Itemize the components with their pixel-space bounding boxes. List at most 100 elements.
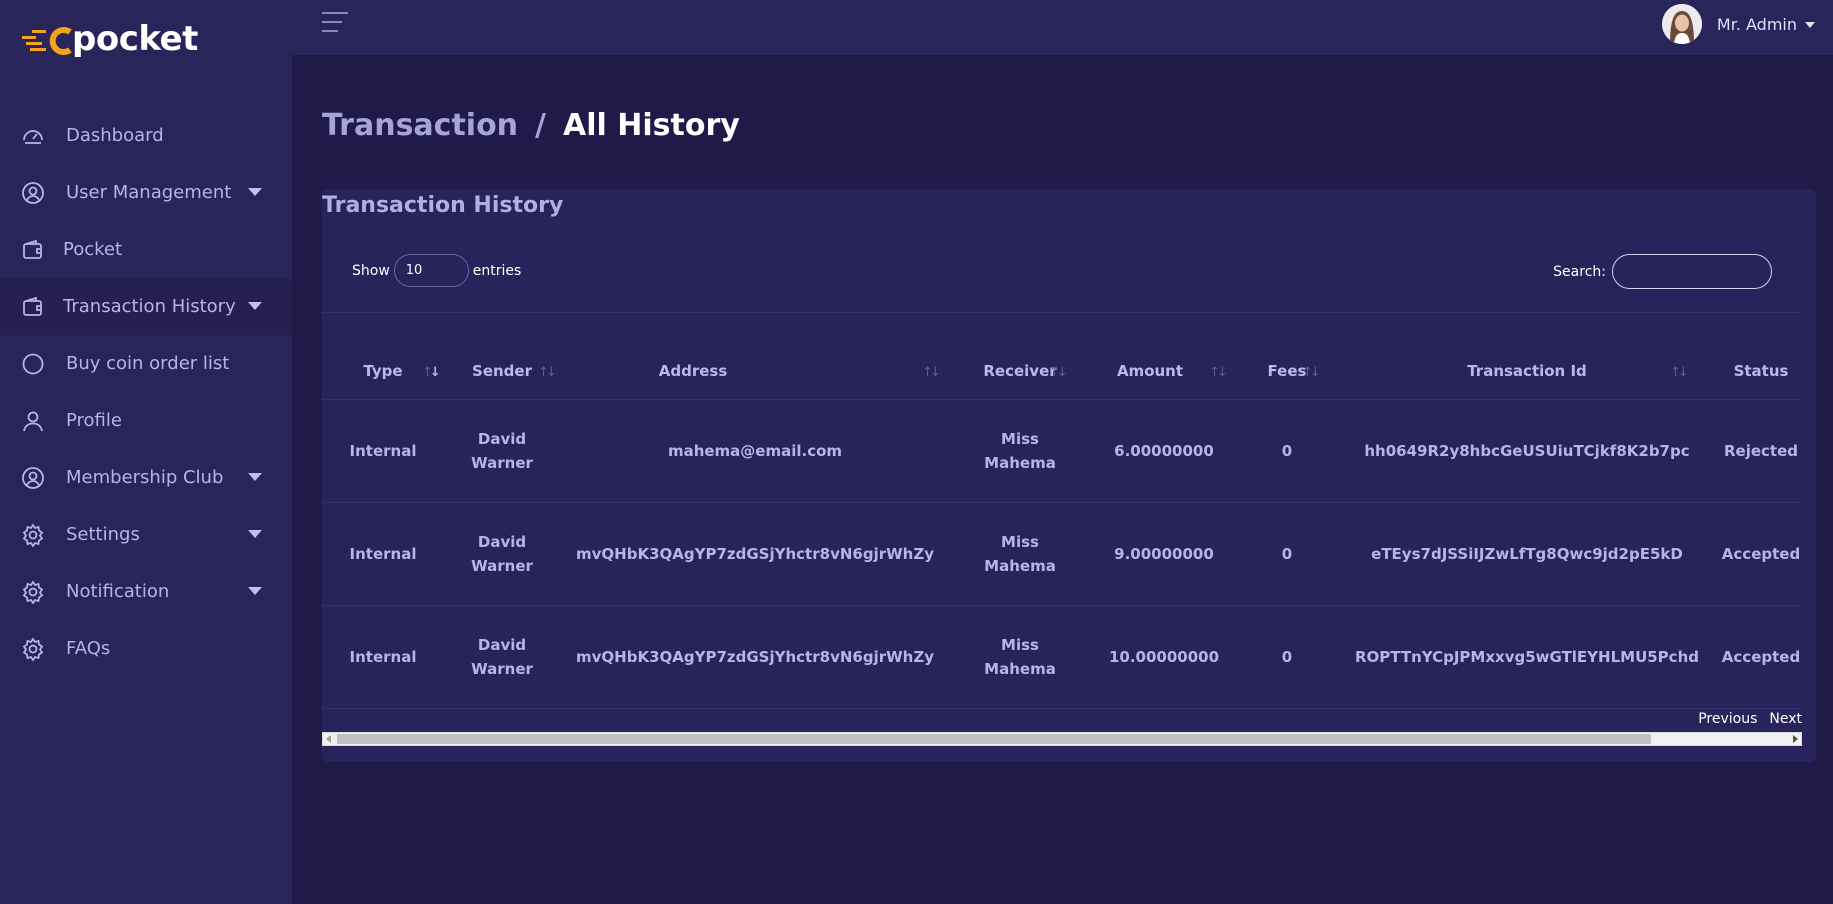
transaction-history-card: Transaction History Show 10 entries Sear…	[322, 189, 1816, 762]
sidebar-item-settings[interactable]: Settings	[0, 506, 292, 563]
avatar[interactable]	[1661, 4, 1702, 44]
sidebar-item-label: FAQs	[66, 638, 111, 659]
cell-status: Accepted	[1721, 545, 1801, 563]
sort-icon[interactable]: ↑↓	[1209, 365, 1228, 380]
cell-type: Internal	[349, 442, 417, 460]
entries-select[interactable]: 10	[393, 254, 469, 287]
cell-address: mvQHbK3QAgYP7zdGSjYhctr8vN6gjrWhZy	[576, 648, 934, 666]
search-input[interactable]	[1612, 254, 1772, 289]
cell-fees: 0	[1281, 442, 1293, 460]
sidebar-item-label: Settings	[66, 524, 140, 545]
sort-icon[interactable]: ↑↓	[1049, 365, 1068, 380]
page-title: All History	[563, 108, 740, 143]
sidebar-item-label: Dashboard	[66, 125, 164, 146]
search-label: Search:	[1553, 263, 1606, 280]
cell-sender: David Warner	[471, 430, 533, 472]
sort-icon[interactable]: ↑↓	[538, 365, 557, 380]
entries-length-control: Show 10 entries	[352, 254, 521, 287]
user-name: Mr. Admin	[1716, 14, 1797, 34]
cell-fees: 0	[1281, 545, 1293, 563]
sidebar-item-dashboard[interactable]: Dashboard	[0, 107, 292, 164]
user-circle-icon	[21, 466, 45, 490]
chevron-down-icon[interactable]	[248, 530, 262, 538]
cell-receiver: Miss Mahema	[984, 430, 1056, 472]
chevron-down-icon[interactable]	[248, 302, 262, 310]
column-header-address[interactable]: Address	[560, 350, 826, 392]
sidebar-item-pocket[interactable]: Pocket	[0, 221, 292, 278]
sidebar-item-faqs[interactable]: FAQs	[0, 620, 292, 677]
sort-icon[interactable]: ↑↓	[1302, 365, 1321, 380]
scrollbar-thumb[interactable]	[337, 734, 1651, 744]
chevron-down-icon[interactable]	[248, 188, 262, 196]
sort-icon[interactable]: ↑↓	[1670, 365, 1689, 380]
cell-status: Rejected	[1723, 442, 1798, 460]
sidebar-item-buy-coin-order-list[interactable]: Buy coin order list	[0, 335, 292, 392]
cell-transaction-id: ROPTTnYCpJPMxxvg5wGTlEYHLMU5Pchd	[1354, 648, 1699, 666]
cell-receiver: Miss Mahema	[984, 533, 1056, 575]
user-menu[interactable]: Mr. Admin	[1661, 4, 1815, 44]
table-search: Search:	[1553, 254, 1772, 289]
sidebar-item-user-management[interactable]: User Management	[0, 164, 292, 221]
chevron-down-icon[interactable]	[248, 473, 262, 481]
pocket-logo[interactable]: pocket	[22, 18, 198, 60]
gear-icon	[21, 636, 45, 661]
sort-icon[interactable]: ↑↓	[422, 365, 441, 380]
table-row: Internal David Warner mahema@email.com Mi…	[322, 400, 1802, 503]
previous-button[interactable]: Previous	[1698, 711, 1757, 727]
cell-fees: 0	[1281, 648, 1293, 666]
user-icon	[21, 409, 45, 433]
menu-toggle-icon[interactable]	[322, 12, 348, 36]
horizontal-scrollbar[interactable]	[322, 732, 1802, 746]
pagination: Previous Next	[1686, 711, 1802, 727]
cell-transaction-id: eTEys7dJSSiIJZwLfTg8Qwc9jd2pE5kD	[1371, 545, 1683, 563]
wallet-icon	[21, 238, 45, 262]
sidebar-nav: Dashboard User Management Pocket Transac…	[0, 107, 292, 677]
column-header-amount[interactable]: Amount	[1089, 350, 1211, 392]
column-header-transaction-id[interactable]: Transaction Id	[1334, 350, 1720, 392]
cell-sender: David Warner	[471, 533, 533, 575]
sidebar-item-transaction-history[interactable]: Transaction History	[0, 278, 292, 335]
card-title: Transaction History	[322, 193, 564, 218]
wallet-icon	[21, 295, 45, 319]
gear-icon	[21, 522, 45, 547]
column-header-receiver[interactable]: Receiver	[951, 350, 1089, 392]
sidebar-item-membership-club[interactable]: Membership Club	[0, 449, 292, 506]
gauge-icon	[21, 124, 45, 148]
sidebar-item-profile[interactable]: Profile	[0, 392, 292, 449]
cell-amount: 10.00000000	[1108, 648, 1220, 666]
table-row: Internal David Warner mvQHbK3QAgYP7zdGSjY…	[322, 503, 1802, 606]
show-label: Show	[352, 262, 390, 279]
chevron-down-icon	[1805, 22, 1815, 28]
next-button[interactable]: Next	[1769, 711, 1802, 727]
breadcrumb-parent[interactable]: Transaction	[322, 108, 518, 143]
cell-sender: David Warner	[471, 636, 533, 678]
user-circle-icon	[21, 181, 45, 205]
sidebar-item-label: Buy coin order list	[66, 353, 230, 374]
scroll-left-icon[interactable]	[326, 735, 331, 743]
sidebar-item-label: Profile	[66, 410, 122, 431]
cell-address: mahema@email.com	[667, 442, 843, 460]
table-row: Internal David Warner mvQHbK3QAgYP7zdGSjY…	[322, 606, 1802, 709]
chevron-down-icon[interactable]	[248, 587, 262, 595]
table-header: Type ↑↓ Sender ↑↓ Address ↑↓ Receiver ↑↓…	[322, 350, 1802, 400]
breadcrumb: Transaction / All History	[322, 108, 740, 143]
cell-status: Accepted	[1721, 648, 1801, 666]
gear-icon	[21, 579, 45, 604]
column-header-fees[interactable]: Fees	[1239, 350, 1335, 392]
scroll-right-icon[interactable]	[1793, 735, 1798, 743]
cell-amount: 9.00000000	[1114, 545, 1214, 563]
entries-label: entries	[472, 262, 522, 279]
cell-type: Internal	[349, 545, 417, 563]
sidebar-item-notification[interactable]: Notification	[0, 563, 292, 620]
sort-icon[interactable]: ↑↓	[922, 365, 941, 380]
cell-receiver: Miss Mahema	[984, 636, 1056, 678]
sidebar: pocket Dashboard User Management Pocket	[0, 0, 292, 904]
logo-text: pocket	[72, 19, 198, 59]
cell-transaction-id: hh0649R2y8hbcGeUSUiuTCjkf8K2b7pc	[1364, 442, 1690, 460]
column-header-status[interactable]: Status	[1720, 350, 1802, 392]
sidebar-item-label: User Management	[66, 182, 232, 203]
sidebar-item-label: Notification	[66, 581, 170, 602]
sidebar-item-label: Transaction History	[63, 296, 236, 317]
sidebar-item-label: Pocket	[63, 239, 123, 260]
cell-type: Internal	[349, 648, 417, 666]
